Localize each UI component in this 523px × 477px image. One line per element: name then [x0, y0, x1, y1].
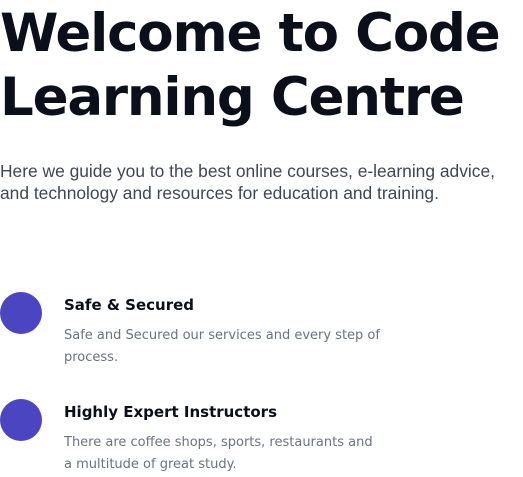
feature-description: Safe and Secured our services and every … — [64, 328, 380, 365]
page-title: Welcome to Code Learning Centre — [0, 2, 523, 130]
feature-circle-icon — [0, 292, 42, 334]
feature-circle-icon — [0, 399, 42, 441]
feature-title: Highly Expert Instructors — [64, 403, 278, 421]
page-title-line-2: Learning Centre — [0, 67, 465, 128]
feature-description: There are coffee shops, sports, restaura… — [64, 435, 373, 472]
feature-title: Safe & Secured — [64, 296, 195, 314]
hero-description: Here we guide you to the best online cou… — [0, 161, 495, 203]
page-title-line-1: Welcome to Code — [0, 3, 501, 64]
